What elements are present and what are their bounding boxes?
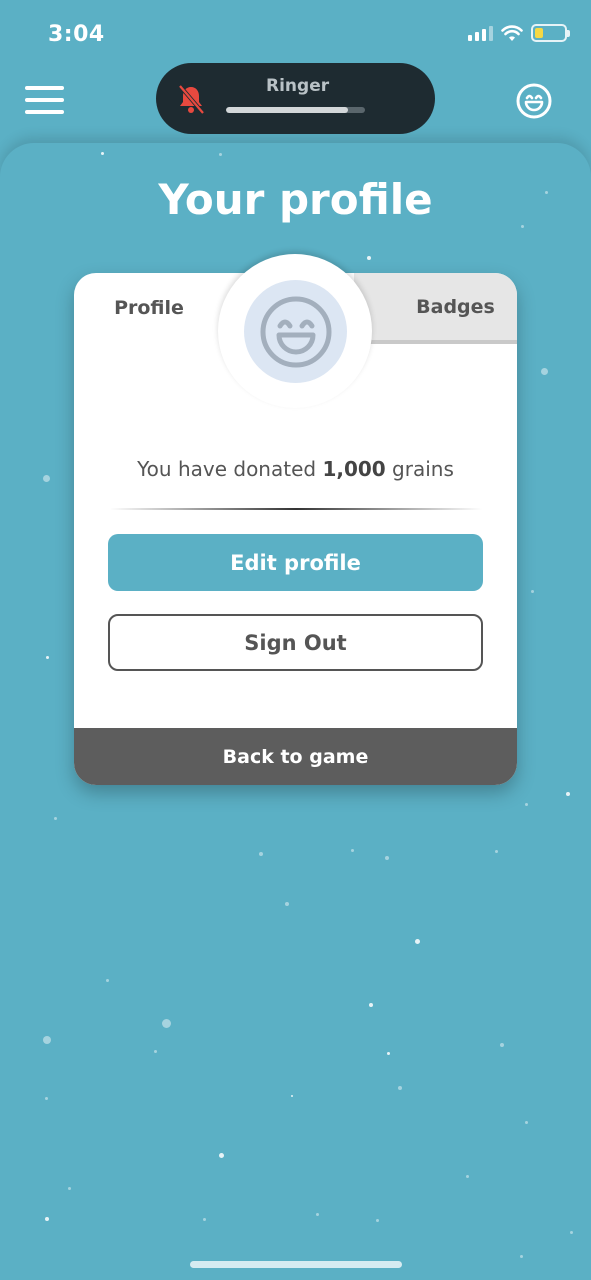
- status-time: 3:04: [48, 22, 105, 47]
- ringer-label: Ringer: [266, 76, 330, 96]
- page-title: Your profile: [158, 175, 433, 224]
- bell-slash-icon: [178, 84, 205, 115]
- battery-level: [535, 28, 543, 38]
- tab-badges[interactable]: Badges: [354, 273, 517, 344]
- back-to-game-button[interactable]: Back to game: [74, 728, 517, 785]
- ringer-hud: Ringer: [156, 63, 435, 134]
- avatar[interactable]: [244, 280, 347, 383]
- ringer-volume-fill: [226, 107, 349, 113]
- donation-text: You have donated 1,000 grains: [74, 457, 517, 481]
- home-indicator[interactable]: [190, 1261, 402, 1268]
- donation-amount: 1,000: [322, 457, 386, 481]
- donation-prefix: You have donated: [137, 457, 323, 481]
- tab-badges-label: Badges: [416, 295, 495, 318]
- battery-icon: [531, 24, 570, 42]
- ringer-volume-bar: [226, 107, 365, 113]
- divider: [110, 508, 482, 510]
- cellular-signal-icon: [468, 25, 493, 41]
- hamburger-menu-icon: [25, 86, 64, 90]
- donation-suffix: grains: [385, 457, 454, 481]
- screen: 3:04 Ringer Your profile Profile Badges …: [0, 0, 591, 1280]
- profile-avatar-icon[interactable]: [515, 82, 553, 120]
- menu-button[interactable]: [25, 86, 64, 114]
- edit-profile-button[interactable]: Edit profile: [108, 534, 483, 591]
- status-icons: [468, 24, 570, 42]
- wifi-icon: [501, 24, 523, 41]
- grinning-face-icon: [260, 296, 331, 367]
- sign-out-button[interactable]: Sign Out: [108, 614, 483, 671]
- tab-profile[interactable]: Profile: [74, 273, 224, 343]
